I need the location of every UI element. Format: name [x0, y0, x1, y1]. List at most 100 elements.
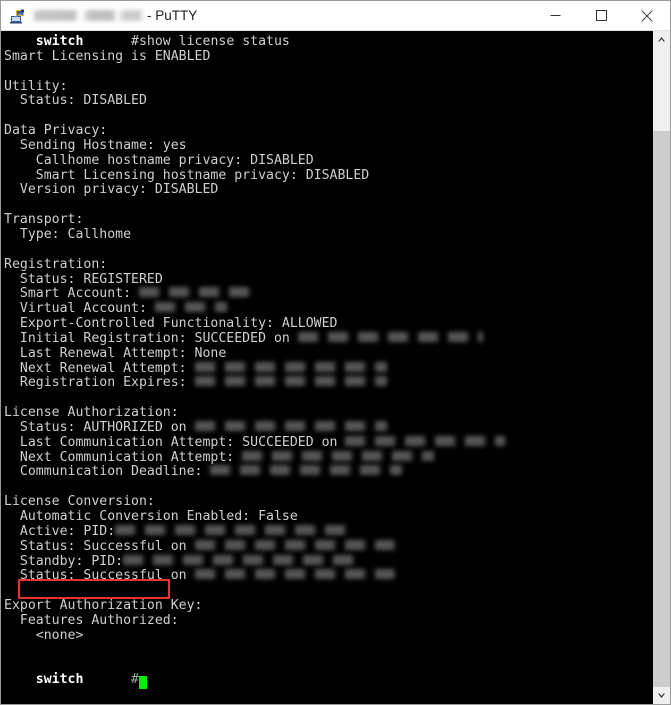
terminal-line: Registration:	[4, 256, 652, 273]
terminal-line: Virtual Account:	[4, 301, 652, 317]
terminal-text: Initial Registration: SUCCEEDED on	[4, 330, 298, 346]
terminal-line: Next Renewal Attempt:	[4, 360, 652, 377]
terminal-output-area[interactable]: switch #show license status Smart Licensi…	[1, 31, 652, 704]
terminal-text: Transport:	[4, 212, 84, 228]
terminal-text: Last Communication Attempt: SUCCEEDED on	[4, 434, 346, 450]
terminal-line: Automatic Conversion Enabled: False	[4, 509, 652, 525]
scroll-track[interactable]	[653, 48, 670, 687]
terminal-line: Version privacy: DISABLED	[4, 183, 652, 198]
terminal-text: Next Renewal Attempt:	[4, 360, 195, 376]
redacted-value	[210, 465, 403, 476]
titlebar[interactable]: - PuTTY	[1, 1, 670, 31]
maximize-button[interactable]	[578, 1, 624, 30]
terminal-line: Utility:	[4, 78, 652, 95]
terminal-text: Standby: PID:	[4, 553, 124, 569]
terminal-text: License Conversion:	[4, 494, 155, 510]
terminal-line: Callhome hostname privacy: DISABLED	[4, 152, 652, 169]
terminal-line: License Authorization:	[4, 405, 652, 421]
redacted-value	[138, 287, 259, 298]
terminal-body: switch #show license status Smart Licensi…	[1, 31, 670, 704]
terminal-line: Type: Callhome	[4, 226, 652, 243]
terminal-line: <none>	[4, 627, 652, 644]
prompt-hash: #	[131, 672, 139, 688]
prompt-hostname: switch	[35, 34, 84, 49]
window-controls	[532, 1, 670, 30]
terminal-line: Export Authorization Key:	[4, 598, 652, 614]
redacted-value	[123, 554, 364, 565]
scroll-up-arrow[interactable]	[653, 31, 670, 48]
terminal-line: Status: DISABLED	[4, 93, 652, 109]
terminal-scrollbar[interactable]	[652, 31, 670, 704]
terminal-line: Initial Registration: SUCCEEDED on	[4, 330, 652, 347]
terminal-line: Features Authorized:	[4, 612, 652, 629]
terminal-text: Automatic Conversion Enabled: False	[4, 509, 298, 524]
terminal-text: Callhome hostname privacy: DISABLED	[4, 152, 314, 168]
terminal-text: Export Authorization Key:	[4, 598, 203, 614]
terminal-line: Last Communication Attempt: SUCCEEDED on	[4, 434, 652, 451]
terminal-text: License Authorization:	[4, 405, 179, 421]
terminal-line: Transport:	[4, 212, 652, 228]
prompt-hostname: switch	[35, 672, 84, 688]
terminal-text: Status: Successful on	[4, 538, 195, 554]
close-button[interactable]	[624, 1, 670, 30]
terminal-line: Smart Licensing hostname privacy: DISABL…	[4, 167, 652, 184]
terminal-text: Smart Licensing is ENABLED	[4, 48, 211, 64]
terminal-line: Smart Account:	[4, 286, 652, 302]
redacted-value	[194, 361, 387, 372]
redacted-value	[194, 539, 395, 550]
redacted-value	[194, 420, 387, 431]
minimize-button[interactable]	[532, 1, 578, 30]
terminal-text: Type: Callhome	[4, 226, 132, 242]
terminal-line: Next Communication Attempt:	[4, 449, 652, 466]
terminal-line: Export-Controlled Functionality: ALLOWED	[4, 316, 652, 332]
redacted-value	[242, 450, 435, 461]
redacted-value	[115, 524, 356, 535]
putty-window: - PuTTY switch #show license status Smart…	[0, 0, 671, 705]
window-title-text: - PuTTY	[147, 7, 198, 23]
terminal-line: Smart Licensing is ENABLED	[4, 48, 652, 65]
terminal-line: Active: PID:	[4, 523, 652, 540]
terminal-text: Virtual Account:	[4, 301, 155, 317]
terminal-line: Last Renewal Attempt: None	[4, 345, 652, 362]
terminal-text: Export-Controlled Functionality: ALLOWED	[4, 316, 338, 332]
terminal-text: Smart Account:	[4, 286, 139, 302]
terminal-text: Sending Hostname: yes	[4, 137, 187, 153]
terminal-text: <none>	[4, 627, 84, 643]
terminal-text: Status: REGISTERED	[4, 271, 163, 287]
terminal-text: Registration:	[4, 256, 108, 272]
terminal-line: Status: REGISTERED	[4, 271, 652, 288]
redacted-value	[194, 376, 387, 387]
terminal-text: Active: PID:	[4, 523, 116, 539]
terminal-text: Features Authorized:	[4, 612, 179, 628]
terminal-text: Data Privacy:	[4, 123, 108, 139]
terminal-line: Communication Deadline:	[4, 465, 652, 480]
terminal-lines: switch #show license status Smart Licensi…	[4, 34, 652, 690]
redacted-value	[194, 569, 395, 580]
redacted-value	[297, 331, 483, 342]
terminal-text: Status: AUTHORIZED on	[4, 419, 195, 435]
terminal-text: Next Communication Attempt:	[4, 449, 243, 465]
terminal-line: switch #show license status	[4, 34, 652, 50]
terminal-text: Status: Successful on	[4, 568, 195, 584]
command-text: #show license status	[83, 34, 290, 49]
terminal-line: License Conversion:	[4, 494, 652, 510]
redacted-value	[345, 435, 506, 446]
scroll-thumb[interactable]	[653, 131, 670, 687]
terminal-text: Communication Deadline:	[4, 464, 211, 480]
redacted-hostname	[32, 9, 144, 21]
terminal-cursor	[139, 676, 147, 690]
terminal-line: Standby: PID:	[4, 553, 652, 570]
terminal-text: Smart Licensing hostname privacy: DISABL…	[4, 167, 370, 183]
putty-computer-icon	[10, 8, 26, 24]
terminal-text: Utility:	[4, 78, 68, 94]
scroll-down-arrow[interactable]	[653, 687, 670, 704]
terminal-text: Last Renewal Attempt: None	[4, 345, 227, 361]
terminal-line: Sending Hostname: yes	[4, 137, 652, 154]
terminal-line: Status: Successful on	[4, 538, 652, 555]
